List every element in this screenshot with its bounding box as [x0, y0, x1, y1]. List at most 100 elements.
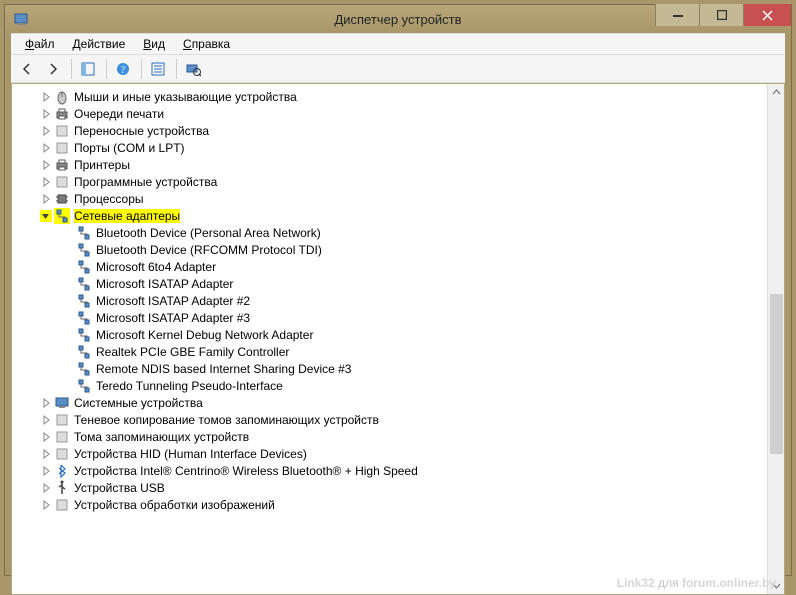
expand-arrow-icon[interactable] — [40, 176, 52, 188]
tree-item[interactable]: Microsoft 6to4 Adapter — [18, 258, 767, 275]
network-child-icon — [76, 361, 92, 377]
menu-help[interactable]: Справка — [175, 35, 238, 53]
tree-category[interactable]: Принтеры — [18, 156, 767, 173]
tree-category-label: Устройства обработки изображений — [74, 498, 275, 512]
tree-category[interactable]: Процессоры — [18, 190, 767, 207]
minimize-button[interactable] — [655, 4, 699, 26]
tree-item[interactable]: Teredo Tunneling Pseudo-Interface — [18, 377, 767, 394]
tree-category-label: Устройства HID (Human Interface Devices) — [74, 447, 307, 461]
network-child-icon — [76, 276, 92, 292]
network-child-icon — [76, 327, 92, 343]
mouse-icon — [54, 89, 70, 105]
network-child-icon — [76, 259, 92, 275]
close-button[interactable] — [743, 4, 791, 26]
tree-item-label: Remote NDIS based Internet Sharing Devic… — [96, 362, 351, 376]
expand-arrow-icon[interactable] — [40, 431, 52, 443]
port-icon — [54, 140, 70, 156]
scroll-thumb[interactable] — [770, 294, 783, 454]
hid-icon — [54, 446, 70, 462]
tree-category-label: Порты (COM и LPT) — [74, 141, 185, 155]
network-child-icon — [76, 242, 92, 258]
portable-icon — [54, 123, 70, 139]
tree-item[interactable]: Microsoft ISATAP Adapter #3 — [18, 309, 767, 326]
expand-arrow-icon[interactable] — [40, 414, 52, 426]
expand-arrow-icon[interactable] — [40, 482, 52, 494]
tree-category[interactable]: Мыши и иные указывающие устройства — [18, 88, 767, 105]
tree-item[interactable]: Microsoft ISATAP Adapter #2 — [18, 292, 767, 309]
imaging-icon — [54, 497, 70, 513]
bluetooth-icon — [54, 463, 70, 479]
expand-arrow-icon[interactable] — [40, 142, 52, 154]
usb-icon — [54, 480, 70, 496]
tree-category-label: Мыши и иные указывающие устройства — [74, 90, 297, 104]
tree-category-label: Устройства USB — [74, 481, 165, 495]
app-icon — [13, 11, 29, 27]
help-button[interactable]: ? — [111, 57, 135, 81]
tree-item[interactable]: Remote NDIS based Internet Sharing Devic… — [18, 360, 767, 377]
tree-category[interactable]: Очереди печати — [18, 105, 767, 122]
menu-action[interactable]: Действие — [65, 35, 134, 53]
menu-view[interactable]: Вид — [135, 35, 173, 53]
tree-category[interactable]: Устройства USB — [18, 479, 767, 496]
tree-category[interactable]: Порты (COM и LPT) — [18, 139, 767, 156]
show-hide-tree-button[interactable] — [76, 57, 100, 81]
tree-item[interactable]: Realtek PCIe GBE Family Controller — [18, 343, 767, 360]
tree-category[interactable]: Устройства Intel® Centrino® Wireless Blu… — [18, 462, 767, 479]
tree-item[interactable]: Bluetooth Device (RFCOMM Protocol TDI) — [18, 241, 767, 258]
network-child-icon — [76, 310, 92, 326]
tree-item-label: Bluetooth Device (RFCOMM Protocol TDI) — [96, 243, 322, 257]
back-button[interactable] — [15, 57, 39, 81]
expand-arrow-icon[interactable] — [40, 91, 52, 103]
toolbar: ? — [11, 55, 785, 83]
properties-button[interactable] — [146, 57, 170, 81]
expand-arrow-icon[interactable] — [40, 397, 52, 409]
content: Мыши и иные указывающие устройстваОчеред… — [11, 83, 785, 595]
expand-arrow-icon[interactable] — [40, 159, 52, 171]
tree-category-label: Устройства Intel® Centrino® Wireless Blu… — [74, 464, 418, 478]
toolbar-sep — [106, 59, 107, 79]
network-child-icon — [76, 378, 92, 394]
tree-item-label: Microsoft ISATAP Adapter #3 — [96, 311, 250, 325]
scroll-up-button[interactable] — [768, 84, 785, 101]
tree-item[interactable]: Microsoft Kernel Debug Network Adapter — [18, 326, 767, 343]
printer-icon — [54, 106, 70, 122]
tree-category[interactable]: Устройства обработки изображений — [18, 496, 767, 513]
tree-item-label: Bluetooth Device (Personal Area Network) — [96, 226, 321, 240]
expand-arrow-icon[interactable] — [40, 448, 52, 460]
device-tree[interactable]: Мыши и иные указывающие устройстваОчеред… — [12, 84, 767, 594]
collapse-arrow-icon[interactable] — [40, 210, 52, 222]
scrollbar[interactable] — [767, 84, 784, 594]
tree-category[interactable]: Программные устройства — [18, 173, 767, 190]
printer-icon — [54, 157, 70, 173]
tree-category[interactable]: Системные устройства — [18, 394, 767, 411]
toolbar-sep — [71, 59, 72, 79]
tree-category-label: Теневое копирование томов запоминающих у… — [74, 413, 379, 427]
network-child-icon — [76, 293, 92, 309]
system-icon — [54, 395, 70, 411]
tree-category-label: Сетевые адаптеры — [74, 209, 180, 223]
expand-arrow-icon[interactable] — [40, 108, 52, 120]
tree-category[interactable]: Теневое копирование томов запоминающих у… — [18, 411, 767, 428]
tree-category-label: Программные устройства — [74, 175, 217, 189]
tree-item-label: Teredo Tunneling Pseudo-Interface — [96, 379, 283, 393]
expand-arrow-icon[interactable] — [40, 125, 52, 137]
tree-category[interactable]: Переносные устройства — [18, 122, 767, 139]
menu-file[interactable]: Файл — [17, 35, 63, 53]
device-manager-window: Диспетчер устройств Файл Действие Вид Сп… — [4, 4, 792, 576]
expand-arrow-icon[interactable] — [40, 193, 52, 205]
titlebar[interactable]: Диспетчер устройств — [5, 5, 791, 33]
tree-item-label: Microsoft ISATAP Adapter — [96, 277, 233, 291]
tree-category[interactable]: Тома запоминающих устройств — [18, 428, 767, 445]
tree-item-label: Realtek PCIe GBE Family Controller — [96, 345, 289, 359]
expand-arrow-icon[interactable] — [40, 499, 52, 511]
tree-item[interactable]: Microsoft ISATAP Adapter — [18, 275, 767, 292]
tree-item-label: Microsoft Kernel Debug Network Adapter — [96, 328, 313, 342]
expand-arrow-icon[interactable] — [40, 465, 52, 477]
software-icon — [54, 174, 70, 190]
maximize-button[interactable] — [699, 4, 743, 26]
tree-category[interactable]: Сетевые адаптеры — [18, 207, 767, 224]
tree-category[interactable]: Устройства HID (Human Interface Devices) — [18, 445, 767, 462]
forward-button[interactable] — [41, 57, 65, 81]
scan-hardware-button[interactable] — [181, 57, 205, 81]
tree-item[interactable]: Bluetooth Device (Personal Area Network) — [18, 224, 767, 241]
